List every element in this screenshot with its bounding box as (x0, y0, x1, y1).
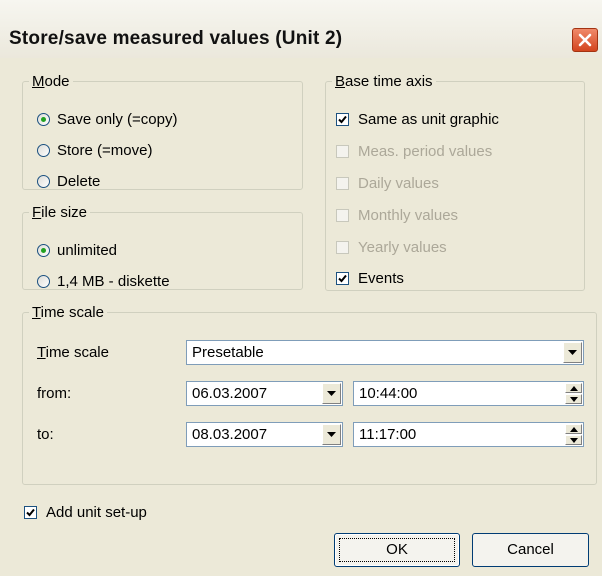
to-date-picker[interactable]: 08.03.2007 (186, 422, 343, 447)
radio-icon (37, 112, 50, 126)
option-label: unlimited (57, 241, 118, 259)
to-time-spinner[interactable]: 11:17:00 (353, 422, 584, 447)
base-option-same-as-graphic[interactable]: Same as unit graphic (336, 107, 499, 131)
base-option-monthly: Monthly values (336, 203, 458, 227)
file-size-option-unlimited[interactable]: unlimited (37, 238, 117, 262)
checkbox-icon (336, 208, 349, 222)
mode-option-store[interactable]: Store (=move) (37, 138, 152, 162)
from-date-picker[interactable]: 06.03.2007 (186, 381, 343, 406)
option-label: 1,4 MB - diskette (57, 272, 170, 290)
radio-icon (37, 174, 50, 188)
radio-icon (37, 274, 50, 288)
base-time-axis-legend: Base time axis (335, 73, 433, 90)
radio-icon (37, 243, 50, 257)
option-label: Store (=move) (57, 141, 153, 159)
base-option-daily: Daily values (336, 171, 439, 195)
file-size-legend: File size (32, 204, 88, 221)
chevron-down-icon (568, 350, 577, 355)
base-option-yearly: Yearly values (336, 235, 447, 259)
base-time-axis-group: Base time axis Same as unit graphic Meas… (325, 73, 585, 291)
from-time-value: 10:44:00 (359, 385, 418, 402)
dropdown-button[interactable] (322, 383, 341, 404)
focus-rect (339, 538, 455, 562)
mode-option-save[interactable]: Save only (=copy) (37, 107, 177, 131)
checkbox-icon (336, 271, 349, 285)
option-label: Same as unit graphic (358, 110, 499, 128)
mode-group: Mode Save only (=copy) Store (=move) Del… (22, 73, 303, 190)
from-date-value: 06.03.2007 (192, 385, 268, 402)
window-title: Store/save measured values (Unit 2) (9, 28, 343, 49)
dropdown-button[interactable] (322, 424, 341, 445)
dropdown-button[interactable] (563, 342, 582, 363)
file-size-group: File size unlimited 1,4 MB - diskette (22, 204, 303, 290)
option-label: Events (358, 269, 404, 287)
cancel-button-label: Cancel (507, 541, 554, 558)
mode-legend: Mode (32, 73, 70, 90)
dialog-window: Store/save measured values (Unit 2) Mode… (0, 0, 602, 576)
option-label: Yearly values (358, 238, 447, 256)
checkbox-icon (336, 144, 349, 158)
time-scale-select[interactable]: Presetable (186, 340, 584, 365)
checkmark-icon (338, 274, 347, 282)
base-option-events[interactable]: Events (336, 266, 404, 290)
add-unit-setup-checkbox[interactable]: Add unit set-up (24, 500, 147, 524)
checkbox-icon (24, 505, 37, 519)
ok-button[interactable]: OK (334, 533, 460, 567)
checkbox-icon (336, 240, 349, 254)
checkbox-icon (336, 112, 349, 126)
option-label: Daily values (358, 174, 439, 192)
spin-arrows-icon[interactable] (565, 424, 582, 445)
option-label: Save only (=copy) (57, 110, 178, 128)
option-label: Meas. period values (358, 142, 493, 160)
to-label: to: (37, 426, 54, 443)
add-unit-setup-label: Add unit set-up (46, 503, 147, 521)
option-label: Monthly values (358, 206, 459, 224)
title-bar: Store/save measured values (Unit 2) (0, 0, 602, 58)
base-option-meas-period: Meas. period values (336, 139, 492, 163)
to-date-value: 08.03.2007 (192, 426, 268, 443)
chevron-down-icon (327, 391, 336, 396)
checkmark-icon (26, 508, 35, 516)
file-size-option-diskette[interactable]: 1,4 MB - diskette (37, 269, 170, 293)
from-time-spinner[interactable]: 10:44:00 (353, 381, 584, 406)
close-button[interactable] (572, 28, 598, 52)
time-scale-value: Presetable (192, 344, 264, 361)
time-scale-label: Time scale (37, 344, 109, 361)
time-scale-legend: Time scale (32, 304, 104, 321)
chevron-down-icon (327, 432, 336, 437)
cancel-button[interactable]: Cancel (472, 533, 589, 567)
mode-option-delete[interactable]: Delete (37, 169, 100, 193)
to-time-value: 11:17:00 (359, 426, 417, 443)
close-icon (578, 33, 592, 47)
checkmark-icon (338, 115, 347, 123)
radio-icon (37, 143, 50, 157)
checkbox-icon (336, 176, 349, 190)
option-label: Delete (57, 172, 101, 190)
spin-arrows-icon[interactable] (565, 383, 582, 404)
from-label: from: (37, 385, 72, 402)
